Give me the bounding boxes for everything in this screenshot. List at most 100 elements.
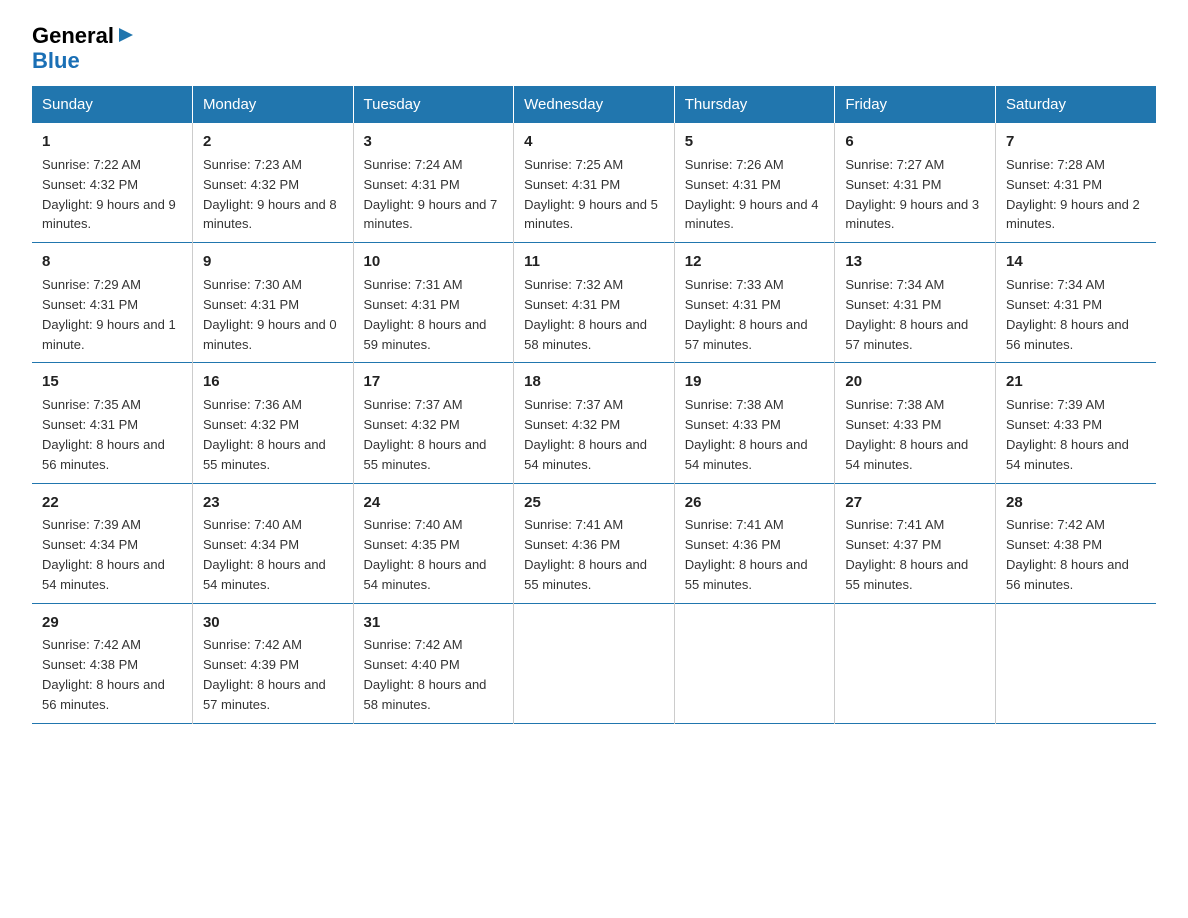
day-daylight: Daylight: 8 hours and 55 minutes.: [364, 437, 487, 472]
calendar-cell: [674, 603, 835, 723]
day-daylight: Daylight: 8 hours and 55 minutes.: [845, 557, 968, 592]
day-number: 25: [524, 492, 664, 514]
day-sunrise: Sunrise: 7:41 AM: [524, 517, 623, 532]
day-sunrise: Sunrise: 7:41 AM: [685, 517, 784, 532]
day-header-wednesday: Wednesday: [514, 86, 675, 123]
day-daylight: Daylight: 9 hours and 0 minutes.: [203, 317, 337, 352]
day-sunrise: Sunrise: 7:34 AM: [845, 277, 944, 292]
calendar-cell: 7 Sunrise: 7:28 AM Sunset: 4:31 PM Daylight…: [995, 123, 1156, 243]
day-daylight: Daylight: 9 hours and 9 minutes.: [42, 197, 176, 232]
day-sunrise: Sunrise: 7:28 AM: [1006, 157, 1105, 172]
day-daylight: Daylight: 9 hours and 7 minutes.: [364, 197, 498, 232]
day-daylight: Daylight: 8 hours and 55 minutes.: [685, 557, 808, 592]
day-number: 27: [845, 492, 985, 514]
day-sunrise: Sunrise: 7:40 AM: [364, 517, 463, 532]
day-sunrise: Sunrise: 7:42 AM: [42, 637, 141, 652]
day-number: 19: [685, 371, 825, 393]
calendar-cell: 5Sunrise: 7:26 AMSunset: 4:31 PMDaylight…: [674, 123, 835, 243]
day-number: 5: [685, 131, 825, 153]
calendar-week-row: 29Sunrise: 7:42 AMSunset: 4:38 PMDayligh…: [32, 603, 1156, 723]
day-sunrise: Sunrise: 7:42 AM: [364, 637, 463, 652]
day-number: 4: [524, 131, 664, 153]
day-daylight: Daylight: 9 hours and 1 minute.: [42, 317, 176, 352]
day-sunrise: Sunrise: 7:39 AM: [1006, 397, 1105, 412]
day-number: 16: [203, 371, 343, 393]
day-number: 13: [845, 251, 985, 273]
day-sunrise: Sunrise: 7:35 AM: [42, 397, 141, 412]
day-sunset: Sunset: 4:31 PM: [364, 297, 460, 312]
day-header-sunday: Sunday: [32, 86, 192, 123]
day-daylight: Daylight: 8 hours and 58 minutes.: [524, 317, 647, 352]
day-daylight: Daylight: 8 hours and 57 minutes.: [685, 317, 808, 352]
calendar-cell: 24Sunrise: 7:40 AMSunset: 4:35 PMDayligh…: [353, 483, 514, 603]
day-sunrise: Sunrise: 7:26 AM: [685, 157, 784, 172]
calendar-cell: 18 Sunrise: 7:37 AM Sunset: 4:32 PM Dayligh…: [514, 363, 675, 483]
calendar-cell: 14Sunrise: 7:34 AMSunset: 4:31 PMDayligh…: [995, 243, 1156, 363]
day-sunrise: Sunrise: 7:32 AM: [524, 277, 623, 292]
calendar-cell: 1Sunrise: 7:22 AMSunset: 4:32 PMDaylight…: [32, 123, 192, 243]
day-daylight: Daylight: 9 hours and 4 minutes.: [685, 197, 819, 232]
calendar-table: SundayMondayTuesdayWednesdayThursdayFrid…: [32, 86, 1156, 724]
day-sunrise: Sunrise: 7:37 AM: [524, 397, 623, 412]
calendar-cell: 23Sunrise: 7:40 AMSunset: 4:34 PMDayligh…: [192, 483, 353, 603]
calendar-cell: 22Sunrise: 7:39 AMSunset: 4:34 PMDayligh…: [32, 483, 192, 603]
calendar-cell: 6Sunrise: 7:27 AMSunset: 4:31 PMDaylight…: [835, 123, 996, 243]
calendar-week-row: 15Sunrise: 7:35 AMSunset: 4:31 PMDayligh…: [32, 363, 1156, 483]
logo-name-general: General: [32, 24, 114, 48]
day-number: 14: [1006, 251, 1146, 273]
day-sunset: Sunset: 4:34 PM: [203, 537, 299, 552]
calendar-cell: 27Sunrise: 7:41 AMSunset: 4:37 PMDayligh…: [835, 483, 996, 603]
day-sunset: Sunset: 4:33 PM: [1006, 417, 1102, 432]
day-sunrise: Sunrise: 7:38 AM: [685, 397, 784, 412]
day-sunset: Sunset: 4:31 PM: [1006, 177, 1102, 192]
day-number: 23: [203, 492, 343, 514]
calendar-cell: 13Sunrise: 7:34 AMSunset: 4:31 PMDayligh…: [835, 243, 996, 363]
day-sunset: Sunset: 4:33 PM: [845, 417, 941, 432]
day-daylight: Daylight: 8 hours and 54 minutes.: [524, 437, 647, 472]
day-sunset: Sunset: 4:40 PM: [364, 657, 460, 672]
calendar-cell: 19Sunrise: 7:38 AMSunset: 4:33 PMDayligh…: [674, 363, 835, 483]
day-sunset: Sunset: 4:35 PM: [364, 537, 460, 552]
day-daylight: Daylight: 9 hours and 5 minutes.: [524, 197, 658, 232]
day-number: 18: [524, 371, 664, 393]
day-sunset: Sunset: 4:32 PM: [203, 177, 299, 192]
day-sunrise: Sunrise: 7:34 AM: [1006, 277, 1105, 292]
day-daylight: Daylight: 8 hours and 54 minutes.: [42, 557, 165, 592]
day-number: 7: [1006, 131, 1146, 153]
day-sunset: Sunset: 4:39 PM: [203, 657, 299, 672]
day-number: 29: [42, 612, 182, 634]
day-sunset: Sunset: 4:34 PM: [42, 537, 138, 552]
calendar-cell: 2Sunrise: 7:23 AMSunset: 4:32 PMDaylight…: [192, 123, 353, 243]
calendar-cell: 15Sunrise: 7:35 AMSunset: 4:31 PMDayligh…: [32, 363, 192, 483]
day-daylight: Daylight: 9 hours and 2 minutes.: [1006, 197, 1140, 232]
logo-name-blue: Blue: [32, 48, 80, 74]
day-sunset: Sunset: 4:37 PM: [845, 537, 941, 552]
day-number: 15: [42, 371, 182, 393]
day-sunrise: Sunrise: 7:42 AM: [203, 637, 302, 652]
calendar-cell: 17Sunrise: 7:37 AMSunset: 4:32 PMDayligh…: [353, 363, 514, 483]
day-sunset: Sunset: 4:31 PM: [364, 177, 460, 192]
day-number: 28: [1006, 492, 1146, 514]
day-daylight: Daylight: 9 hours and 3 minutes.: [845, 197, 979, 232]
calendar-week-row: 8Sunrise: 7:29 AMSunset: 4:31 PMDaylight…: [32, 243, 1156, 363]
calendar-cell: 29Sunrise: 7:42 AMSunset: 4:38 PMDayligh…: [32, 603, 192, 723]
day-sunrise: Sunrise: 7:38 AM: [845, 397, 944, 412]
day-sunrise: Sunrise: 7:29 AM: [42, 277, 141, 292]
calendar-week-row: 1Sunrise: 7:22 AMSunset: 4:32 PMDaylight…: [32, 123, 1156, 243]
day-number: 1: [42, 131, 182, 153]
day-daylight: Daylight: 8 hours and 55 minutes.: [203, 437, 326, 472]
day-daylight: Daylight: 8 hours and 56 minutes.: [1006, 317, 1129, 352]
calendar-cell: 30Sunrise: 7:42 AMSunset: 4:39 PMDayligh…: [192, 603, 353, 723]
day-sunset: Sunset: 4:38 PM: [42, 657, 138, 672]
day-daylight: Daylight: 8 hours and 56 minutes.: [42, 437, 165, 472]
day-sunset: Sunset: 4:32 PM: [524, 417, 620, 432]
day-sunset: Sunset: 4:32 PM: [42, 177, 138, 192]
day-header-thursday: Thursday: [674, 86, 835, 123]
logo-arrow-icon: [115, 24, 137, 46]
calendar-cell: 31Sunrise: 7:42 AMSunset: 4:40 PMDayligh…: [353, 603, 514, 723]
day-number: 6: [845, 131, 985, 153]
day-sunset: Sunset: 4:38 PM: [1006, 537, 1102, 552]
calendar-cell: [835, 603, 996, 723]
day-daylight: Daylight: 8 hours and 54 minutes.: [845, 437, 968, 472]
day-number: 9: [203, 251, 343, 273]
